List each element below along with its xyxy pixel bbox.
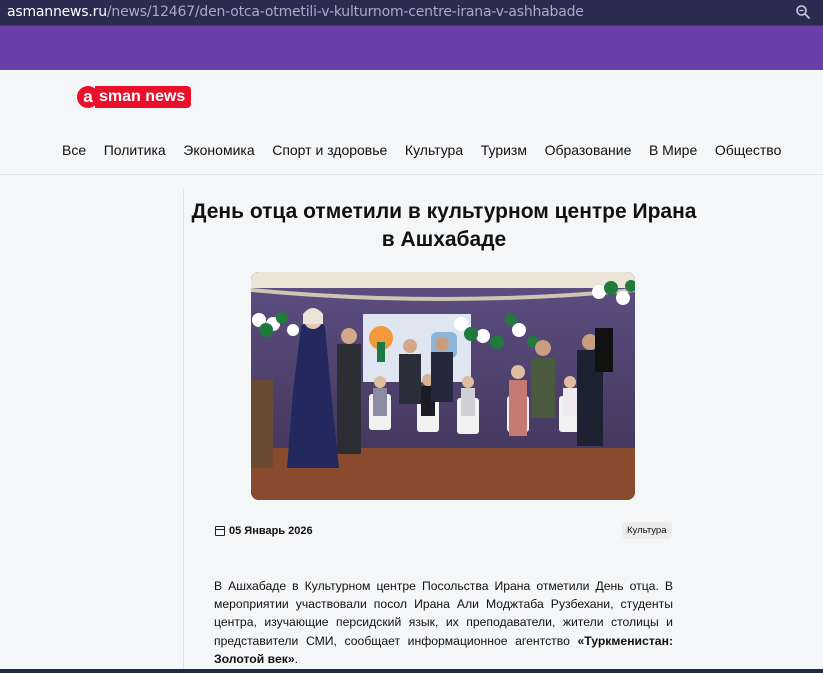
site-header: a sman news Все Политика Экономика Спорт… xyxy=(0,70,823,175)
nav-item-economy[interactable]: Экономика xyxy=(183,141,254,159)
top-banner-band xyxy=(0,26,823,70)
nav-item-education[interactable]: Образование xyxy=(545,141,632,159)
article-body-end: . xyxy=(294,651,299,666)
category-badge[interactable]: Культура xyxy=(622,522,672,539)
article: День отца отметили в культурном центре И… xyxy=(184,176,704,673)
logo-text: sman news xyxy=(95,86,192,108)
url-domain: asmannews.ru xyxy=(7,4,107,20)
nav-item-world[interactable]: В Мире xyxy=(649,141,697,159)
nav-item-sport-health[interactable]: Спорт и здоровье xyxy=(272,141,387,159)
url-text[interactable]: asmannews.ru/news/12467/den-otca-otmetil… xyxy=(7,4,584,21)
article-title: День отца отметили в культурном центре И… xyxy=(191,200,697,251)
nav-item-society[interactable]: Общество xyxy=(715,141,782,159)
url-path: /news/12467/den-otca-otmetili-v-kulturno… xyxy=(106,4,584,20)
article-photo-illustration xyxy=(251,272,635,500)
bottom-strip xyxy=(0,669,823,673)
article-photo[interactable] xyxy=(251,272,635,500)
nav-item-all[interactable]: Все xyxy=(62,141,86,159)
address-bar[interactable]: asmannews.ru/news/12467/den-otca-otmetil… xyxy=(0,0,823,26)
article-date: 05 Январь 2026 xyxy=(215,524,313,538)
nav-item-politics[interactable]: Политика xyxy=(104,141,166,159)
nav-item-culture[interactable]: Культура xyxy=(405,141,463,159)
article-date-text: 05 Январь 2026 xyxy=(229,525,313,537)
article-body: В Ашхабаде в Культурном центре Посольств… xyxy=(214,577,673,668)
category-nav: Все Политика Экономика Спорт и здоровье … xyxy=(62,141,799,159)
calendar-icon xyxy=(215,526,225,536)
zoom-icon[interactable] xyxy=(795,4,811,20)
nav-item-tourism[interactable]: Туризм xyxy=(481,141,527,159)
site-logo[interactable]: a sman news xyxy=(77,85,192,109)
